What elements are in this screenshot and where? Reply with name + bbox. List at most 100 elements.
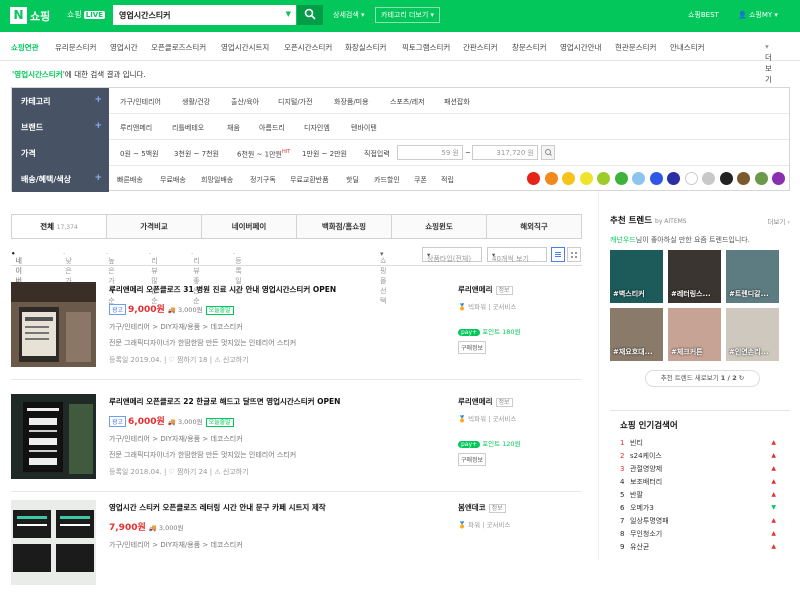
popular-item[interactable]: 2 s24케이스 [620, 451, 662, 461]
grid-view-button[interactable] [567, 247, 581, 262]
plus-icon[interactable]: + [94, 173, 102, 183]
nav-item[interactable]: 픽토그램스티커 [402, 42, 450, 53]
plus-icon[interactable]: + [94, 121, 102, 131]
filter-option[interactable]: 스포츠/레저 [390, 97, 425, 107]
product-image[interactable] [11, 394, 96, 479]
plus-icon[interactable]: + [94, 95, 102, 105]
filter-option[interactable]: 3천원 ~ 7천원 [174, 149, 219, 159]
tab-overseas[interactable]: 해외직구 [487, 215, 581, 238]
color-swatch[interactable] [544, 172, 558, 185]
product-category[interactable]: 가구/인테리어 > DIY자재/용품 > 데코스티커 [109, 322, 243, 332]
trend-card[interactable]: #재요호대... [610, 308, 663, 361]
filter-option[interactable]: 적립 [441, 175, 454, 185]
filter-option[interactable]: 채움 [227, 123, 240, 133]
color-swatch[interactable] [614, 172, 628, 185]
nav-item[interactable]: 영업시간시트지 [221, 42, 269, 53]
color-swatch[interactable] [649, 172, 663, 185]
shop-name[interactable]: 봄엔데코 정보 [458, 502, 506, 513]
naver-logo[interactable]: N [10, 7, 27, 24]
product-category[interactable]: 가구/인테리어 > DIY자재/용품 > 데코스티커 [109, 540, 243, 550]
shop-name[interactable]: 루리앤메리 정보 [458, 396, 513, 407]
product-price[interactable]: 6,000원 [128, 417, 165, 427]
sort-option[interactable]: · 낮은 가격순 [63, 250, 72, 305]
color-swatch[interactable] [667, 172, 680, 185]
nav-item[interactable]: 창문스티커 [512, 42, 547, 53]
filter-option[interactable]: 디자인엠 [304, 123, 330, 133]
product-image[interactable] [11, 500, 96, 585]
nav-item-related[interactable]: 쇼핑연관 [11, 42, 39, 53]
color-swatch[interactable] [754, 172, 768, 185]
shop-info-badge[interactable]: 정보 [495, 286, 513, 295]
color-swatch[interactable] [597, 172, 610, 185]
filter-option[interactable]: 디지털/가전 [278, 97, 313, 107]
nav-more-button[interactable]: 더보기 ▾ [765, 42, 772, 84]
color-swatch[interactable] [562, 172, 575, 185]
tab-shopping-window[interactable]: 쇼핑윈도 [392, 215, 487, 238]
trend-card[interactable]: #레터링스... [668, 250, 721, 303]
price-search-button[interactable] [541, 145, 555, 160]
nav-item[interactable]: 간판스티커 [463, 42, 498, 53]
popular-item[interactable]: 4 보조배터리 [620, 477, 662, 487]
nav-item[interactable]: 현관문스티커 [615, 42, 656, 53]
popular-item[interactable]: 7 일상투명영패 [620, 516, 669, 526]
page-size-select[interactable]: 40개씩 보기 ▾ [487, 247, 547, 263]
tab-department[interactable]: 백화점/홈쇼핑 [297, 215, 392, 238]
filter-option[interactable]: 리틀베테오 [172, 123, 204, 133]
shop-info-badge[interactable]: 정보 [495, 398, 513, 407]
filter-option[interactable]: 쿠폰 [414, 175, 427, 185]
product-title[interactable]: 루리앤메리 오픈클로즈 22 한글로 해드고 달뜨면 영업시간스티커 OPEN [109, 396, 340, 407]
filter-option[interactable]: 화장품/미용 [334, 97, 369, 107]
product-title[interactable]: 영업시간 스티커 오픈클로즈 레터링 시간 안내 문구 카페 시트지 제작 [109, 502, 326, 513]
sort-option[interactable]: · 리뷰 많은순 [149, 250, 158, 305]
color-swatch[interactable] [527, 172, 540, 185]
tab-all[interactable]: 전체 17,374 [12, 215, 107, 238]
product-type-select[interactable]: 상품타입(전체) ▾ [422, 247, 482, 263]
color-swatch[interactable] [632, 172, 645, 185]
color-swatch[interactable] [684, 172, 698, 185]
popular-item[interactable]: 8 무인청소기 [620, 529, 662, 539]
filter-option[interactable]: 아름드리 [259, 123, 285, 133]
mall-select[interactable]: 쇼핑몰선택 ▾ [380, 250, 386, 305]
popular-item[interactable]: 6 오메가3 [620, 503, 654, 513]
sort-option[interactable]: • 네이버 랭킹순 [11, 250, 22, 315]
filter-option[interactable]: 정기구독 [250, 175, 276, 185]
trend-card[interactable]: #인연손리... [726, 308, 779, 361]
filter-option[interactable]: 희망일배송 [201, 175, 233, 185]
filter-option[interactable]: 텐바이텐 [351, 123, 377, 133]
popular-item[interactable]: 9 유산균 [620, 542, 649, 552]
search-button[interactable] [297, 5, 323, 25]
color-swatch[interactable] [719, 172, 733, 185]
nav-item[interactable]: 오픈시간스티커 [284, 42, 332, 53]
filter-option[interactable]: 카드할인 [374, 175, 400, 185]
report-button[interactable]: ⚠ 신고하기 [214, 468, 248, 476]
popular-item[interactable]: 1 빈티 [620, 438, 643, 448]
category-more-button[interactable]: 카테고리 더보기 ▾ [375, 7, 441, 23]
trend-refresh-button[interactable]: 추천 트렌드 새로보기 1 / 2 ↻ [645, 370, 760, 387]
filter-option[interactable]: 핫딜 [346, 175, 359, 185]
filter-option[interactable]: 무료교환반품 [290, 175, 329, 185]
list-view-button[interactable] [551, 247, 565, 262]
shopping-title[interactable]: 쇼핑 [30, 8, 50, 24]
detail-search-link[interactable]: 상세검색 ▾ [333, 10, 365, 20]
chevron-down-icon[interactable]: ▼ [286, 10, 291, 18]
nav-item[interactable]: 안내스티커 [670, 42, 705, 53]
sort-option[interactable]: · 높은 가격순 [106, 250, 115, 305]
filter-option[interactable]: 출산/육아 [231, 97, 259, 107]
nav-item[interactable]: 영업시간 [110, 42, 138, 53]
report-button[interactable]: ⚠ 신고하기 [214, 356, 248, 364]
like-button[interactable]: ♡ 찜하기 24 [169, 468, 208, 476]
shopping-live-link[interactable]: 쇼핑 LIVE [67, 9, 105, 20]
popular-item[interactable]: 5 반팔 [620, 490, 643, 500]
color-swatch[interactable] [772, 172, 785, 185]
product-image[interactable] [11, 282, 96, 367]
product-title[interactable]: 루리앤메리 오픈클로즈 31 병원 진료 시간 안내 영업시간스티커 OPEN [109, 284, 336, 295]
sort-option[interactable]: · 리뷰 좋은순 [191, 250, 200, 305]
nav-item[interactable]: 영업시간안내 [560, 42, 601, 53]
color-swatch[interactable] [737, 172, 750, 185]
shopping-best-link[interactable]: 쇼핑BEST [688, 10, 719, 20]
product-category[interactable]: 가구/인테리어 > DIY자재/용품 > 데코스티커 [109, 434, 243, 444]
tab-price-compare[interactable]: 가격비교 [107, 215, 202, 238]
product-price[interactable]: 7,900원 [109, 523, 146, 533]
tab-naver-pay[interactable]: 네이버페이 [202, 215, 297, 238]
buy-info-button[interactable]: 구매정보 [458, 341, 487, 354]
